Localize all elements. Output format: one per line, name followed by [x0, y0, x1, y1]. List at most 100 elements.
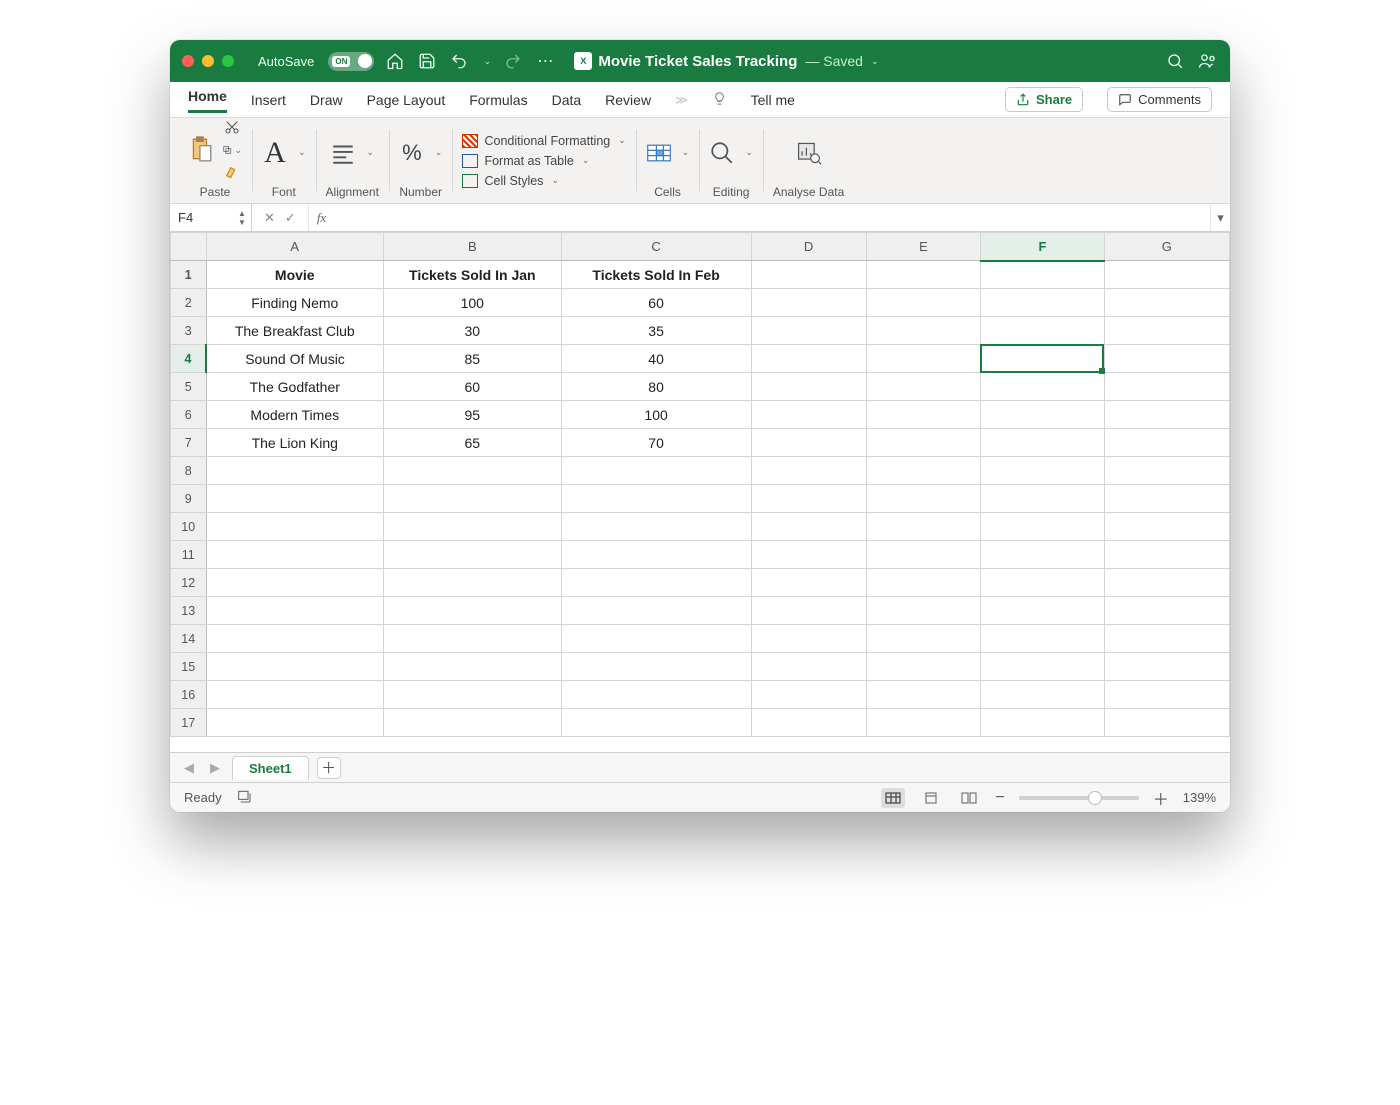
cell-E6[interactable] — [866, 401, 981, 429]
zoom-slider[interactable] — [1019, 796, 1139, 800]
cell-C11[interactable] — [561, 541, 751, 569]
home-icon[interactable] — [384, 50, 406, 72]
cell-A8[interactable] — [206, 457, 384, 485]
cell-C8[interactable] — [561, 457, 751, 485]
cell-G14[interactable] — [1104, 625, 1229, 653]
cell-D12[interactable] — [751, 569, 866, 597]
cell-F1[interactable] — [981, 261, 1104, 289]
cells-icon[interactable] — [646, 140, 672, 166]
row-header-12[interactable]: 12 — [171, 569, 207, 597]
cell-F17[interactable] — [981, 709, 1104, 737]
row-header-1[interactable]: 1 — [171, 261, 207, 289]
cell-F15[interactable] — [981, 653, 1104, 681]
enter-formula-icon[interactable]: ✓ — [285, 210, 296, 226]
cell-A9[interactable] — [206, 485, 384, 513]
cell-D7[interactable] — [751, 429, 866, 457]
cell-F4[interactable] — [981, 345, 1104, 373]
zoom-thumb[interactable] — [1088, 791, 1102, 805]
autosave-toggle[interactable]: ON — [328, 52, 374, 71]
cell-G13[interactable] — [1104, 597, 1229, 625]
cell-A13[interactable] — [206, 597, 384, 625]
cell-G6[interactable] — [1104, 401, 1229, 429]
cell-C3[interactable]: 35 — [561, 317, 751, 345]
select-all-corner[interactable] — [171, 233, 207, 261]
sheet-area[interactable]: ABCDEFG 1MovieTickets Sold In JanTickets… — [170, 232, 1230, 752]
col-header-B[interactable]: B — [384, 233, 562, 261]
cell-D17[interactable] — [751, 709, 866, 737]
cell-D5[interactable] — [751, 373, 866, 401]
col-header-G[interactable]: G — [1104, 233, 1229, 261]
alignment-dropdown-icon[interactable]: ⌄ — [366, 147, 374, 158]
cell-E13[interactable] — [866, 597, 981, 625]
cell-D1[interactable] — [751, 261, 866, 289]
cell-D14[interactable] — [751, 625, 866, 653]
cell-G10[interactable] — [1104, 513, 1229, 541]
search-icon[interactable] — [1164, 50, 1186, 72]
cell-B3[interactable]: 30 — [384, 317, 562, 345]
cell-C6[interactable]: 100 — [561, 401, 751, 429]
cell-C12[interactable] — [561, 569, 751, 597]
cell-A15[interactable] — [206, 653, 384, 681]
cell-D16[interactable] — [751, 681, 866, 709]
number-dropdown-icon[interactable]: ⌄ — [435, 147, 443, 158]
cell-C4[interactable]: 40 — [561, 345, 751, 373]
view-normal-icon[interactable] — [881, 788, 905, 808]
cell-F7[interactable] — [981, 429, 1104, 457]
cell-F11[interactable] — [981, 541, 1104, 569]
title-dropdown-icon[interactable]: ⌄ — [871, 56, 879, 67]
number-icon[interactable]: % — [399, 140, 425, 166]
alignment-icon[interactable] — [330, 140, 356, 166]
font-icon[interactable]: A — [262, 140, 288, 166]
cell-B15[interactable] — [384, 653, 562, 681]
cell-C10[interactable] — [561, 513, 751, 541]
row-header-5[interactable]: 5 — [171, 373, 207, 401]
cell-B7[interactable]: 65 — [384, 429, 562, 457]
cut-icon[interactable] — [222, 117, 242, 137]
cell-A2[interactable]: Finding Nemo — [206, 289, 384, 317]
cell-E2[interactable] — [866, 289, 981, 317]
cell-G15[interactable] — [1104, 653, 1229, 681]
cell-F2[interactable] — [981, 289, 1104, 317]
cell-C2[interactable]: 60 — [561, 289, 751, 317]
cell-E11[interactable] — [866, 541, 981, 569]
tab-draw[interactable]: Draw — [310, 92, 343, 108]
cell-F10[interactable] — [981, 513, 1104, 541]
cell-styles-button[interactable]: Cell Styles⌄ — [462, 173, 625, 189]
row-header-13[interactable]: 13 — [171, 597, 207, 625]
name-box[interactable]: F4 ▲▼ — [170, 204, 252, 231]
tabs-overflow-icon[interactable]: ≫ — [675, 93, 688, 107]
cell-D13[interactable] — [751, 597, 866, 625]
cell-B4[interactable]: 85 — [384, 345, 562, 373]
cell-A10[interactable] — [206, 513, 384, 541]
cell-G7[interactable] — [1104, 429, 1229, 457]
cell-F13[interactable] — [981, 597, 1104, 625]
cell-B12[interactable] — [384, 569, 562, 597]
cell-C1[interactable]: Tickets Sold In Feb — [561, 261, 751, 289]
cell-B10[interactable] — [384, 513, 562, 541]
editing-dropdown-icon[interactable]: ⌄ — [745, 147, 753, 158]
close-window-button[interactable] — [182, 55, 194, 67]
zoom-level[interactable]: 139% — [1183, 790, 1216, 805]
cell-G8[interactable] — [1104, 457, 1229, 485]
cell-B1[interactable]: Tickets Sold In Jan — [384, 261, 562, 289]
cell-C5[interactable]: 80 — [561, 373, 751, 401]
row-header-2[interactable]: 2 — [171, 289, 207, 317]
cell-D11[interactable] — [751, 541, 866, 569]
cell-D15[interactable] — [751, 653, 866, 681]
row-header-7[interactable]: 7 — [171, 429, 207, 457]
comments-button[interactable]: Comments — [1107, 87, 1212, 112]
accessibility-icon[interactable] — [236, 788, 252, 807]
zoom-in-button[interactable]: ＋ — [1153, 786, 1169, 810]
view-page-layout-icon[interactable] — [919, 788, 943, 808]
tab-home[interactable]: Home — [188, 88, 227, 113]
zoom-window-button[interactable] — [222, 55, 234, 67]
copy-icon[interactable]: ⌄ — [222, 140, 242, 160]
editing-icon[interactable] — [709, 140, 735, 166]
cell-D2[interactable] — [751, 289, 866, 317]
cell-F9[interactable] — [981, 485, 1104, 513]
undo-icon[interactable] — [448, 50, 470, 72]
share-presence-icon[interactable] — [1196, 50, 1218, 72]
cell-G16[interactable] — [1104, 681, 1229, 709]
tell-me[interactable]: Tell me — [751, 92, 795, 108]
font-dropdown-icon[interactable]: ⌄ — [298, 147, 306, 158]
